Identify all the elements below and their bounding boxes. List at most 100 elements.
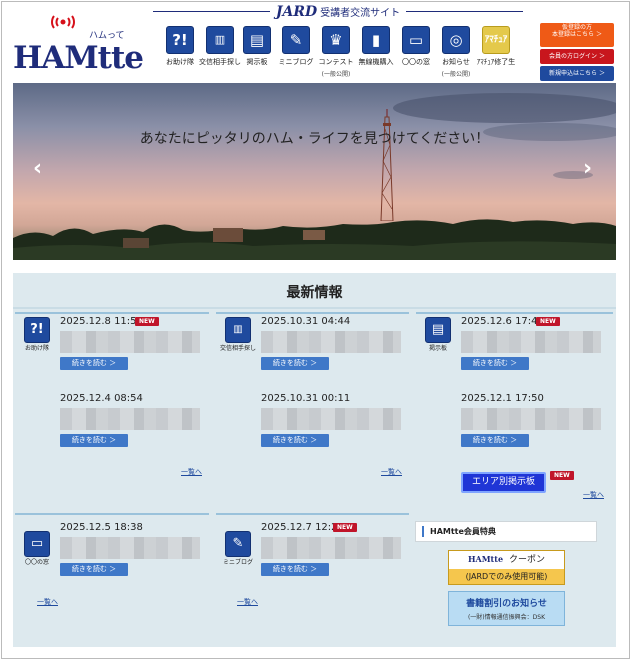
category-label: 交信相手探し bbox=[219, 345, 256, 352]
news-excerpt-redacted bbox=[461, 331, 601, 353]
news-card: ▥ 交信相手探し 2025.10.31 04:44 続きを読む ＞ bbox=[216, 316, 406, 376]
monitor-icon: ▭ bbox=[24, 531, 50, 557]
category-label: ミニブログ bbox=[222, 559, 253, 566]
coupon-brand: HAMtte bbox=[467, 554, 504, 564]
coupon-note: (JARDでのみ使用可能) bbox=[449, 569, 564, 584]
news-card: 2025.10.31 00:11 続きを読む ＞ bbox=[216, 393, 406, 453]
trophy-icon: ♛ bbox=[322, 26, 350, 54]
nav-item-graduates[interactable]: ｱﾏﾁｭｱ ｱﾏﾁｭｱ修了生 bbox=[474, 26, 518, 67]
news-category-partner-search[interactable]: ▥ 交信相手探し bbox=[216, 317, 260, 353]
news-date: 2025.12.8 11:51 bbox=[60, 316, 143, 327]
nav-item-contest[interactable]: ♛ コンテスト (一般公開) bbox=[314, 26, 358, 78]
news-excerpt-redacted bbox=[261, 408, 401, 430]
news-card: ▭ 〇〇の窓 2025.12.5 18:38 続きを読む ＞ bbox=[15, 522, 205, 582]
coupon-label: クーポン bbox=[509, 555, 546, 565]
list-link-partner-search[interactable]: 一覧へ bbox=[381, 467, 402, 477]
read-more-button[interactable]: 続きを読む ＞ bbox=[60, 357, 128, 370]
read-more-button[interactable]: 続きを読む ＞ bbox=[261, 357, 329, 370]
nav-item-notices[interactable]: ◎ お知らせ (一般公開) bbox=[434, 26, 478, 78]
nav-item-otasuke[interactable]: ?! お助け隊 bbox=[158, 26, 202, 67]
book-discount-banner[interactable]: 書籍割引のお知らせ (一財)情報通信振興会：DSK bbox=[448, 591, 565, 626]
board-icon: ▤ bbox=[243, 26, 271, 54]
news-excerpt-redacted bbox=[60, 537, 200, 559]
hero-banner: あなたにピッタリのハム・ライフを見つけてください！ ‹ › bbox=[13, 83, 616, 260]
jard-brand: JARD bbox=[275, 4, 318, 20]
new-badge: NEW bbox=[333, 523, 357, 532]
nav-label: お知らせ bbox=[442, 58, 470, 66]
news-excerpt-redacted bbox=[60, 408, 200, 430]
nav-label: ｱﾏﾁｭｱ修了生 bbox=[476, 58, 516, 66]
main-nav: ?! お助け隊 ▥ 交信相手探し ▤ 掲示板 ✎ ミニブログ ♛ コンテスト (… bbox=[158, 26, 520, 78]
pen-icon: ✎ bbox=[282, 26, 310, 54]
news-section: 最新情報 ?! お助け隊 2025.12.8 11:51 NEW 続きを読む ＞… bbox=[13, 273, 616, 647]
signup-button[interactable]: 新規申込はこちら ＞ bbox=[540, 66, 614, 81]
nav-label: コンテスト bbox=[318, 58, 354, 66]
radio-icon: ▥ bbox=[225, 317, 251, 343]
area-board-button[interactable]: エリア別掲示板 bbox=[461, 472, 546, 493]
news-category-otasuke[interactable]: ?! お助け隊 bbox=[15, 317, 59, 353]
read-more-button[interactable]: 続きを読む ＞ bbox=[60, 563, 128, 576]
site-subtitle: 受講者交流サイト bbox=[320, 8, 401, 19]
hamtte-logo[interactable]: ハムって HAMtte bbox=[13, 14, 144, 76]
read-more-button[interactable]: 続きを読む ＞ bbox=[461, 434, 529, 447]
news-excerpt-redacted bbox=[461, 408, 601, 430]
radio-tower-image bbox=[380, 109, 394, 221]
news-date: 2025.12.5 18:38 bbox=[60, 522, 143, 533]
list-link-board[interactable]: 一覧へ bbox=[583, 490, 604, 500]
pen-icon: ✎ bbox=[225, 531, 251, 557]
category-label: お助け隊 bbox=[24, 345, 49, 352]
member-login-button[interactable]: 会員の方ログイン ＞ bbox=[540, 49, 614, 64]
list-link-otasuke[interactable]: 一覧へ bbox=[181, 467, 202, 477]
news-card: ✎ ミニブログ 2025.12.7 12:20 NEW 続きを読む ＞ bbox=[216, 522, 406, 582]
news-card: ?! お助け隊 2025.12.8 11:51 NEW 続きを読む ＞ bbox=[15, 316, 205, 376]
read-more-button[interactable]: 続きを読む ＞ bbox=[261, 563, 329, 576]
area-new-badge: NEW bbox=[550, 471, 574, 480]
provisional-line-2: 本登録はこちら ＞ bbox=[552, 30, 602, 38]
handheld-radio-icon: ▮ bbox=[362, 26, 390, 54]
news-card: 2025.12.4 08:54 続きを読む ＞ bbox=[15, 393, 205, 453]
perks-title: HAMtte会員特典 bbox=[430, 527, 496, 536]
hero-prev-arrow[interactable]: ‹ bbox=[33, 156, 42, 181]
news-date: 2025.12.7 12:20 bbox=[261, 522, 344, 533]
news-category-miniblog[interactable]: ✎ ミニブログ bbox=[216, 531, 260, 567]
new-badge: NEW bbox=[135, 317, 159, 326]
nav-item-miniblog[interactable]: ✎ ミニブログ bbox=[274, 26, 318, 67]
nav-item-window[interactable]: ▭ 〇〇の窓 bbox=[394, 26, 438, 67]
coupon-banner[interactable]: HAMtte クーポン (JARDでのみ使用可能) bbox=[448, 550, 565, 585]
news-category-window[interactable]: ▭ 〇〇の窓 bbox=[15, 531, 59, 567]
graduate-icon: ｱﾏﾁｭｱ bbox=[482, 26, 510, 54]
news-card: 2025.12.1 17:50 続きを読む ＞ bbox=[416, 393, 606, 453]
new-badge: NEW bbox=[536, 317, 560, 326]
hero-next-arrow[interactable]: › bbox=[583, 156, 592, 181]
member-perks-heading: HAMtte会員特典 bbox=[415, 521, 597, 542]
tree-line-image bbox=[13, 219, 616, 260]
antenna-icon bbox=[51, 15, 75, 29]
site-title-bar: JARD 受講者交流サイト bbox=[153, 4, 523, 20]
nav-label: 無線機購入 bbox=[358, 58, 394, 66]
news-excerpt-redacted bbox=[261, 537, 401, 559]
nav-label: ミニブログ bbox=[278, 58, 314, 66]
read-more-button[interactable]: 続きを読む ＞ bbox=[461, 357, 529, 370]
board-icon: ▤ bbox=[425, 317, 451, 343]
broadcast-icon: ◎ bbox=[442, 26, 470, 54]
read-more-button[interactable]: 続きを読む ＞ bbox=[261, 434, 329, 447]
nav-item-radio-purchase[interactable]: ▮ 無線機購入 bbox=[354, 26, 398, 67]
nav-label: お助け隊 bbox=[166, 58, 194, 66]
provisional-register-button[interactable]: 仮登録の方 本登録はこちら ＞ bbox=[540, 23, 614, 47]
news-card: ▤ 掲示板 2025.12.6 17:47 NEW 続きを読む ＞ bbox=[416, 316, 606, 376]
news-title: 最新情報 bbox=[286, 285, 343, 301]
monitor-icon: ▭ bbox=[402, 26, 430, 54]
nav-label: 〇〇の窓 bbox=[402, 58, 430, 66]
logo-wordmark: HAMtte bbox=[13, 40, 144, 76]
book-discount-note: (一財)情報通信振興会：DSK bbox=[467, 614, 546, 621]
news-date: 2025.12.1 17:50 bbox=[461, 393, 544, 404]
book-discount-title: 書籍割引のお知らせ bbox=[466, 599, 547, 609]
news-category-board[interactable]: ▤ 掲示板 bbox=[416, 317, 460, 353]
list-link-window[interactable]: 一覧へ bbox=[37, 597, 58, 607]
list-link-miniblog[interactable]: 一覧へ bbox=[237, 597, 258, 607]
news-date: 2025.12.4 08:54 bbox=[60, 393, 143, 404]
read-more-button[interactable]: 続きを読む ＞ bbox=[60, 434, 128, 447]
hero-caption: あなたにピッタリのハム・ライフを見つけてください！ bbox=[139, 131, 490, 147]
nav-item-board[interactable]: ▤ 掲示板 bbox=[235, 26, 279, 67]
nav-sublabel: (一般公開) bbox=[321, 71, 351, 78]
